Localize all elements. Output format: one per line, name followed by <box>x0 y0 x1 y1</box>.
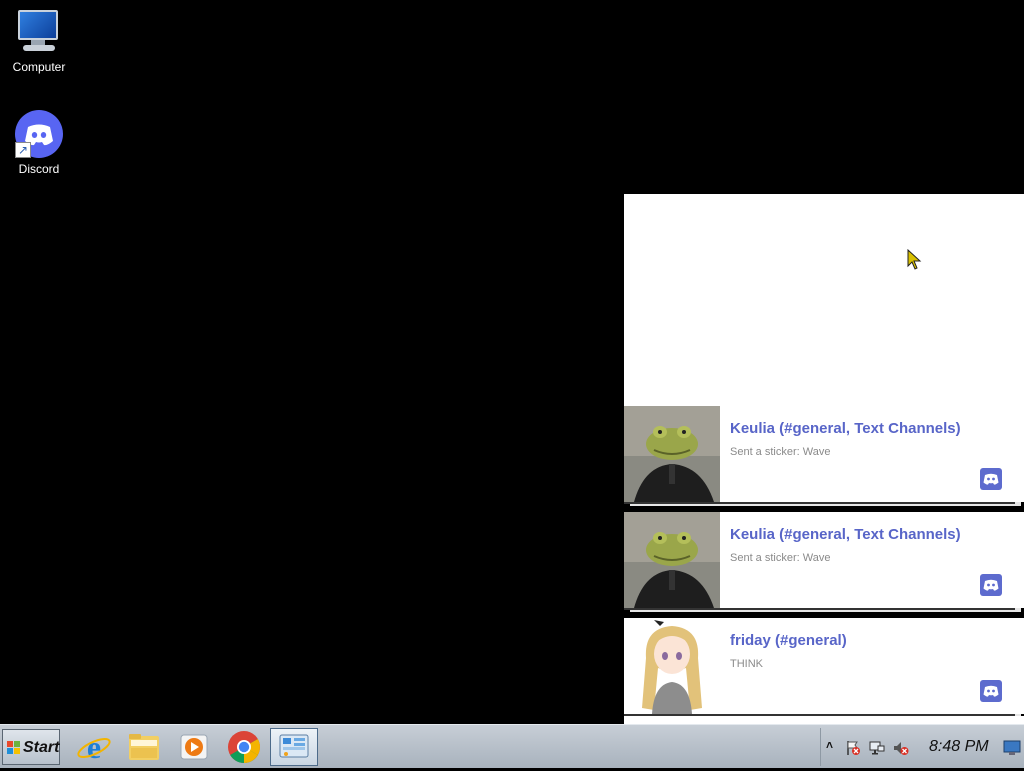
discord-badge-icon <box>980 468 1002 490</box>
computer-icon <box>15 8 63 56</box>
chrome-icon <box>228 731 260 763</box>
shortcut-arrow-icon: ↗ <box>15 142 31 158</box>
taskbar-clock[interactable]: 8:48 PM <box>929 738 989 756</box>
windows-flag-icon <box>7 741 21 755</box>
desktop-icon-label: Discord <box>18 162 60 176</box>
discord-badge-icon <box>980 680 1002 702</box>
desktop-icon-discord[interactable]: ↗ Discord <box>1 110 77 176</box>
desktop-icon-computer[interactable]: Computer <box>1 8 77 74</box>
taskbar-file-explorer[interactable] <box>122 728 166 766</box>
taskbar: Start e ˄ 8:48 PM <box>0 724 1024 768</box>
notification-title: friday (#general) <box>730 632 847 649</box>
taskbar-chrome[interactable] <box>222 728 266 766</box>
notification-title: Keulia (#general, Text Channels) <box>730 526 961 543</box>
show-hidden-icons-chevron-icon[interactable]: ˄ <box>826 738 833 752</box>
media-player-icon <box>180 734 208 760</box>
svg-text:e: e <box>87 729 101 765</box>
start-button[interactable]: Start <box>2 729 60 765</box>
notification-card[interactable]: Keulia (#general, Text Channels) Sent a … <box>624 512 1015 610</box>
notification-panel-empty-area <box>624 194 1024 406</box>
start-label: Start <box>23 739 60 756</box>
anime-girl-avatar-icon <box>624 618 720 714</box>
notification-card[interactable]: friday (#general) THINK <box>624 618 1015 716</box>
frog-avatar-icon <box>624 512 720 608</box>
desktop-icon-label: Computer <box>12 60 66 74</box>
control-panel-icon <box>279 734 309 758</box>
frog-avatar-icon <box>624 406 720 502</box>
action-center-flag-icon[interactable] <box>845 740 861 756</box>
notification-body: Sent a sticker: Wave <box>730 446 831 458</box>
system-tray: ˄ 8:48 PM <box>820 728 1024 766</box>
volume-muted-icon[interactable] <box>893 740 909 756</box>
mouse-cursor-icon <box>907 249 922 270</box>
notification-title: Keulia (#general, Text Channels) <box>730 420 961 437</box>
show-desktop-icon[interactable] <box>1003 740 1021 756</box>
notification-stack-edge <box>1015 618 1024 714</box>
desktop: Computer ↗ Discord Keulia (#general, Tex… <box>0 0 1024 724</box>
taskbar-media-player[interactable] <box>172 728 216 766</box>
notification-body: Sent a sticker: Wave <box>730 552 831 564</box>
taskbar-internet-explorer[interactable]: e <box>72 728 116 766</box>
notification-panel-footer <box>624 716 1024 724</box>
internet-explorer-icon: e <box>77 729 111 765</box>
file-explorer-icon <box>129 734 159 760</box>
notification-stack-edge <box>1015 406 1024 502</box>
notification-stack-edge <box>1015 512 1024 608</box>
notification-card[interactable]: Keulia (#general, Text Channels) Sent a … <box>624 406 1015 504</box>
discord-icon: ↗ <box>15 110 63 158</box>
discord-badge-icon <box>980 574 1002 596</box>
taskbar-control-panel[interactable] <box>270 728 318 766</box>
network-icon[interactable] <box>869 740 885 756</box>
notification-body: THINK <box>730 658 763 670</box>
